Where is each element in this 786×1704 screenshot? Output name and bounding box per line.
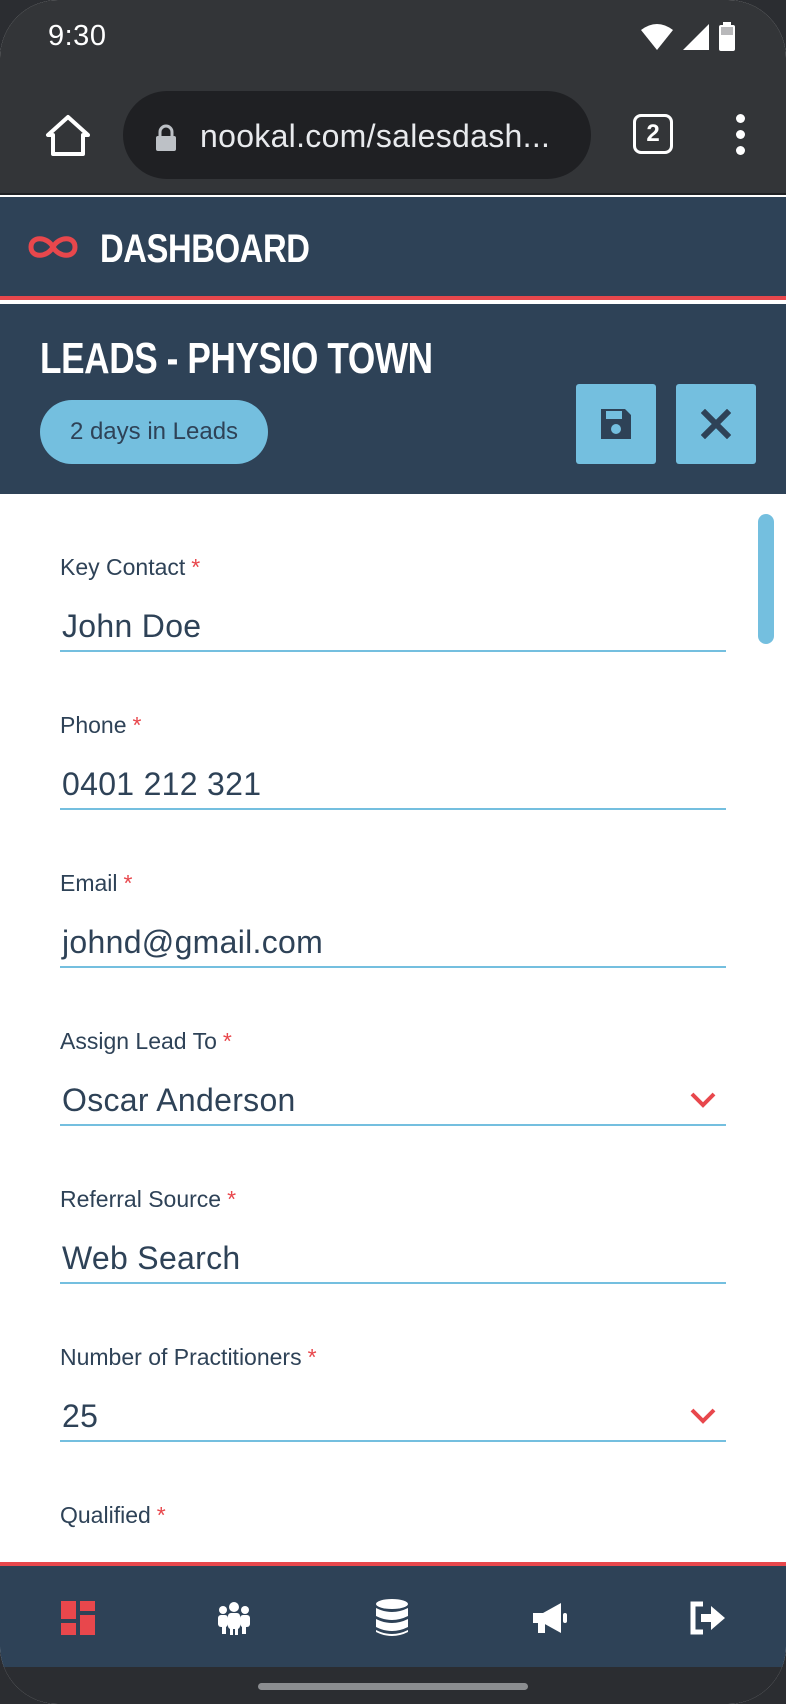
home-icon[interactable] (44, 112, 92, 160)
infinity-logo-icon[interactable] (27, 232, 79, 262)
status-bar: 9:30 (0, 0, 786, 78)
signal-icon (683, 24, 709, 50)
bottom-nav (0, 1562, 786, 1667)
field-label: Phone * (60, 712, 142, 738)
assign-lead-value: Oscar Anderson (62, 1082, 296, 1118)
gesture-handle[interactable] (258, 1683, 528, 1690)
key-contact-field: Key Contact * John Doe (60, 552, 726, 652)
tab-switcher-button[interactable]: 2 (633, 114, 673, 154)
field-label: Qualified * (60, 1502, 166, 1528)
lock-icon (156, 124, 176, 151)
email-field: Email * johnd@gmail.com (60, 868, 726, 968)
users-icon (218, 1602, 250, 1635)
wifi-icon (641, 24, 673, 50)
address-bar[interactable]: nookal.com/salesdash... (123, 91, 591, 179)
email-input[interactable]: johnd@gmail.com (60, 916, 726, 968)
status-icons (640, 20, 736, 54)
phone-screen: 9:30 nookal.com/salesdash... 2 DASHBOARD (0, 0, 786, 1704)
field-label: Assign Lead To * (60, 1028, 232, 1054)
field-label: Email * (60, 870, 133, 896)
gesture-area (0, 1667, 786, 1704)
key-contact-input[interactable]: John Doe (60, 600, 726, 652)
nav-campaigns[interactable] (526, 1594, 574, 1642)
chevron-down-icon (690, 1092, 716, 1108)
lead-title: LEADS - PHYSIO TOWN (40, 334, 433, 383)
lead-form: Key Contact * John Doe Phone * 0401 212 32… (0, 494, 786, 1562)
qualified-field: Qualified * (60, 1500, 726, 1530)
qualified-select[interactable] (60, 1548, 726, 1562)
referral-source-input[interactable]: Web Search (60, 1232, 726, 1284)
app-header: DASHBOARD (0, 197, 786, 300)
practitioners-select[interactable]: 25 (60, 1390, 726, 1442)
status-time: 9:30 (48, 20, 107, 52)
nav-users[interactable] (210, 1594, 258, 1642)
practitioners-field: Number of Practitioners * 25 (60, 1342, 726, 1442)
lead-header: LEADS - PHYSIO TOWN 2 days in Leads (0, 304, 786, 494)
nav-logout[interactable] (684, 1594, 732, 1642)
logout-icon (690, 1601, 725, 1635)
database-icon (376, 1599, 408, 1636)
nav-dashboard[interactable] (54, 1594, 102, 1642)
close-button[interactable] (676, 384, 756, 464)
nav-database[interactable] (368, 1594, 416, 1642)
days-in-stage-badge: 2 days in Leads (40, 400, 268, 464)
battery-icon (719, 22, 735, 51)
assign-lead-select[interactable]: Oscar Anderson (60, 1074, 726, 1126)
practitioners-value: 25 (62, 1398, 99, 1434)
url-text: nookal.com/salesdash... (200, 118, 551, 154)
phone-input[interactable]: 0401 212 321 (60, 758, 726, 810)
megaphone-icon (533, 1603, 567, 1633)
assign-lead-field: Assign Lead To * Oscar Anderson (60, 1026, 726, 1126)
save-icon (601, 409, 631, 439)
browser-toolbar: nookal.com/salesdash... 2 (0, 78, 786, 195)
field-label: Key Contact * (60, 554, 201, 580)
app-title[interactable]: DASHBOARD (100, 227, 310, 272)
field-label: Number of Practitioners * (60, 1344, 317, 1370)
dashboard-icon (61, 1601, 95, 1635)
referral-source-field: Referral Source * Web Search (60, 1184, 726, 1284)
scrollbar-thumb[interactable] (758, 514, 774, 644)
chevron-down-icon (690, 1408, 716, 1424)
phone-field: Phone * 0401 212 321 (60, 710, 726, 810)
save-button[interactable] (576, 384, 656, 464)
close-icon (701, 409, 731, 439)
more-menu-icon[interactable] (726, 110, 754, 158)
field-label: Referral Source * (60, 1186, 237, 1212)
